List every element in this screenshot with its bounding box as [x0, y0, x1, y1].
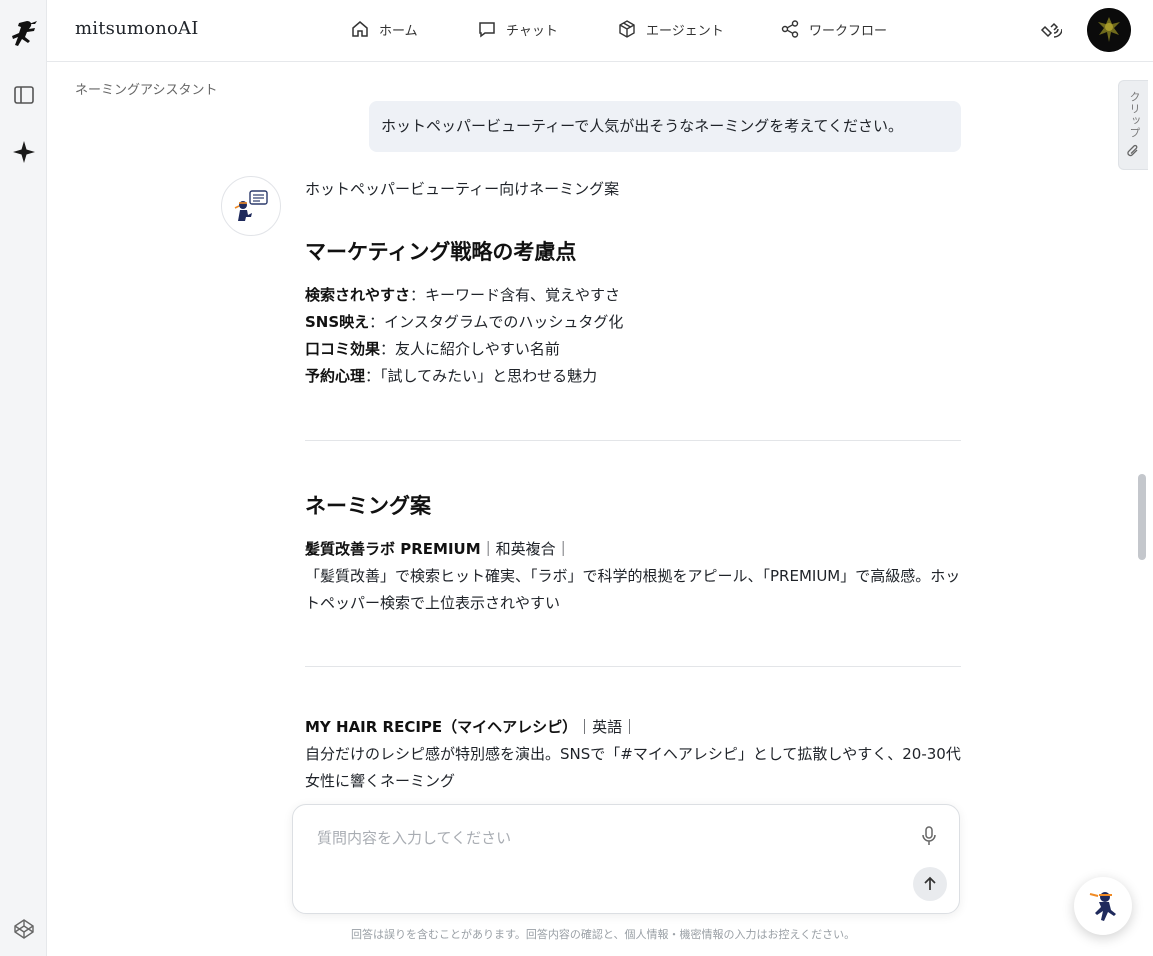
- left-rail: [0, 0, 47, 956]
- arrow-up-icon: [924, 876, 936, 890]
- chat-icon: [479, 22, 495, 38]
- paperclip-icon: [1126, 143, 1140, 163]
- cube-icon: [619, 20, 635, 38]
- idea-name: 髪質改善ラボ PREMIUM: [305, 540, 481, 558]
- point-desc: ：「試してみたい」と思わせる魅力: [365, 367, 598, 385]
- list-item: 予約心理：「試してみたい」と思わせる魅力: [305, 363, 961, 390]
- breadcrumb: ネーミングアシスタント: [75, 83, 218, 98]
- sidebar-toggle-icon[interactable]: [0, 82, 47, 108]
- points-list: 検索されやすさ：キーワード含有、覚えやすさ SNS映え：インスタグラムでのハッシ…: [305, 282, 961, 390]
- section-marketing: マーケティング戦略の考慮点: [305, 236, 961, 266]
- assistant-fab[interactable]: [1074, 877, 1132, 935]
- list-item: 口コミ効果：友人に紹介しやすい名前: [305, 336, 961, 363]
- nav-chat[interactable]: チャット: [477, 19, 558, 39]
- naming-idea: 髪質改善ラボ PREMIUM｜和英複合｜ 「髪質改善」で検索ヒット確実、「ラボ」…: [305, 536, 961, 617]
- idea-tag: ｜英語｜: [577, 718, 638, 736]
- clip-tab-label: クリップ: [1128, 91, 1141, 139]
- user-message: ホットペッパービューティーで人気が出そうなネーミングを考えてください。: [369, 101, 961, 152]
- message-composer[interactable]: 質問内容を入力してください: [292, 804, 960, 914]
- divider: [305, 666, 961, 667]
- idea-name: MY HAIR RECIPE（マイヘアレシピ）: [305, 718, 578, 736]
- nav-agent-label: エージェント: [646, 23, 724, 39]
- point-term: SNS映え: [305, 313, 370, 331]
- disclaimer: 回答は誤りを含むことがあります。回答内容の確認と、個人情報・機密情報の入力はお控…: [351, 928, 856, 941]
- nav-workflow-label: ワークフロー: [809, 23, 888, 39]
- point-term: 予約心理: [305, 367, 366, 385]
- nav-agent[interactable]: エージェント: [617, 19, 724, 39]
- top-header: mitsumonoAI ホーム チャット エージェント ワークフロー: [47, 0, 1153, 62]
- section-naming: ネーミング案: [305, 490, 961, 520]
- send-button[interactable]: [913, 867, 947, 901]
- point-desc: ：友人に紹介しやすい名前: [380, 340, 560, 358]
- nav-home-label: ホーム: [379, 23, 418, 39]
- assistant-avatar: [221, 176, 281, 236]
- message-input[interactable]: 質問内容を入力してください: [317, 827, 511, 848]
- satellite-icon[interactable]: [1039, 18, 1063, 42]
- section-title: マーケティング戦略の考慮点: [305, 240, 577, 264]
- codepen-icon[interactable]: [0, 916, 47, 942]
- nav-workflow[interactable]: ワークフロー: [780, 19, 887, 39]
- list-item: SNS映え：インスタグラムでのハッシュタグ化: [305, 309, 961, 336]
- answer-intro-block: ホットペッパービューティー向けネーミング案: [305, 176, 961, 203]
- idea-tag: ｜和英複合｜: [480, 540, 571, 558]
- idea-heading: 髪質改善ラボ PREMIUM｜和英複合｜: [305, 536, 961, 563]
- user-avatar[interactable]: [1087, 8, 1131, 52]
- nav-home[interactable]: ホーム: [350, 19, 418, 39]
- idea-desc: 自分だけのレシピ感が特別感を演出。SNSで「#マイヘアレシピ」として拡散しやすく…: [305, 745, 961, 790]
- logo-ninja-icon[interactable]: [0, 16, 47, 56]
- section-title: ネーミング案: [305, 494, 431, 518]
- microphone-icon[interactable]: [919, 825, 939, 851]
- idea-heading: MY HAIR RECIPE（マイヘアレシピ）｜英語｜: [305, 714, 961, 741]
- idea-desc: 「髪質改善」で検索ヒット確実、「ラボ」で科学的根拠をアピール、「PREMIUM」…: [305, 567, 961, 612]
- sparkle-icon[interactable]: [0, 139, 47, 165]
- home-icon: [352, 21, 368, 37]
- scrollbar-thumb[interactable]: [1138, 474, 1146, 560]
- answer-intro: ホットペッパービューティー向けネーミング案: [305, 180, 620, 198]
- nav-chat-label: チャット: [506, 23, 558, 39]
- point-desc: ：キーワード含有、覚えやすさ: [410, 286, 621, 304]
- naming-idea: MY HAIR RECIPE（マイヘアレシピ）｜英語｜ 自分だけのレシピ感が特別…: [305, 714, 961, 795]
- list-item: 検索されやすさ：キーワード含有、覚えやすさ: [305, 282, 961, 309]
- ninja-icon: [1089, 892, 1116, 921]
- brand-name[interactable]: mitsumonoAI: [75, 18, 199, 39]
- divider: [305, 440, 961, 441]
- share-icon: [781, 20, 799, 38]
- point-desc: ：インスタグラムでのハッシュタグ化: [369, 313, 624, 331]
- point-term: 検索されやすさ: [305, 286, 411, 304]
- point-term: 口コミ効果: [305, 340, 381, 358]
- clip-tab[interactable]: クリップ: [1118, 80, 1148, 170]
